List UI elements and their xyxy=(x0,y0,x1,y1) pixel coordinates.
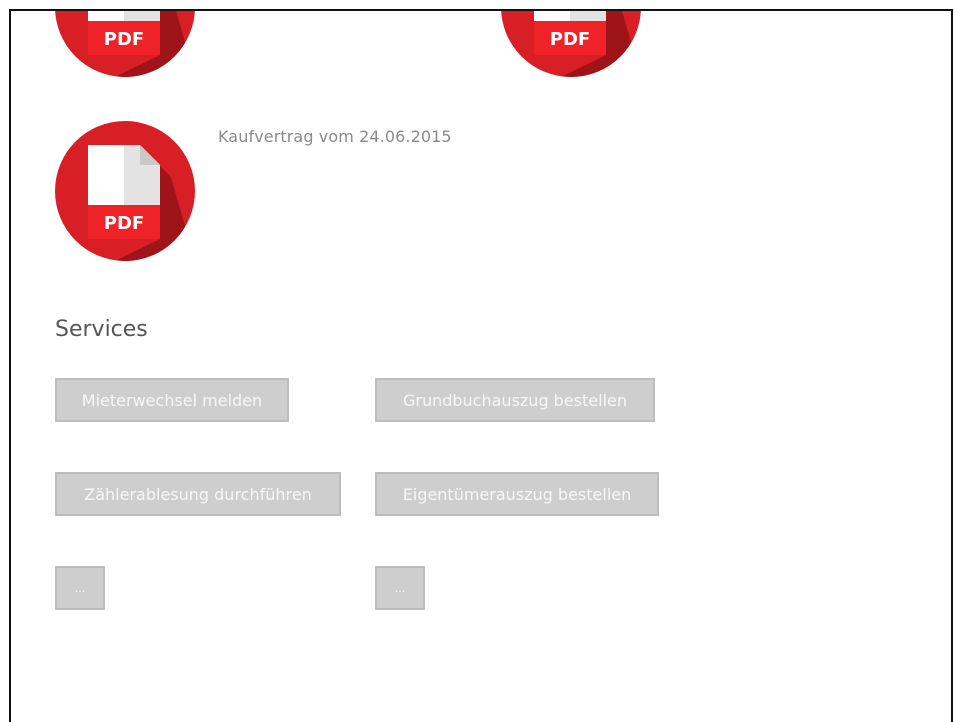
pdf-label: PDF xyxy=(104,29,144,50)
pdf-file-icon[interactable]: PDF xyxy=(501,11,641,77)
meter-reading-button[interactable]: Zählerablesung durchführen xyxy=(55,472,341,516)
services-heading: Services xyxy=(55,317,148,342)
document-caption[interactable]: Kaufvertrag vom 24.06.2015 xyxy=(218,127,452,146)
order-land-register-extract-button[interactable]: Grundbuchauszug bestellen xyxy=(375,378,655,422)
pdf-label: PDF xyxy=(104,213,144,234)
more-services-button[interactable]: ... xyxy=(55,566,105,610)
order-owner-extract-button[interactable]: Eigentümerauszug bestellen xyxy=(375,472,659,516)
pdf-file-icon[interactable]: PDF xyxy=(55,121,195,261)
report-tenant-change-button[interactable]: Mieterwechsel melden xyxy=(55,378,289,422)
page-frame: PDF PDF PDF Kaufvertrag vom 24.06.2015 S… xyxy=(9,9,953,722)
pdf-file-icon[interactable]: PDF xyxy=(55,11,195,77)
more-services-button[interactable]: ... xyxy=(375,566,425,610)
pdf-label: PDF xyxy=(550,29,590,50)
